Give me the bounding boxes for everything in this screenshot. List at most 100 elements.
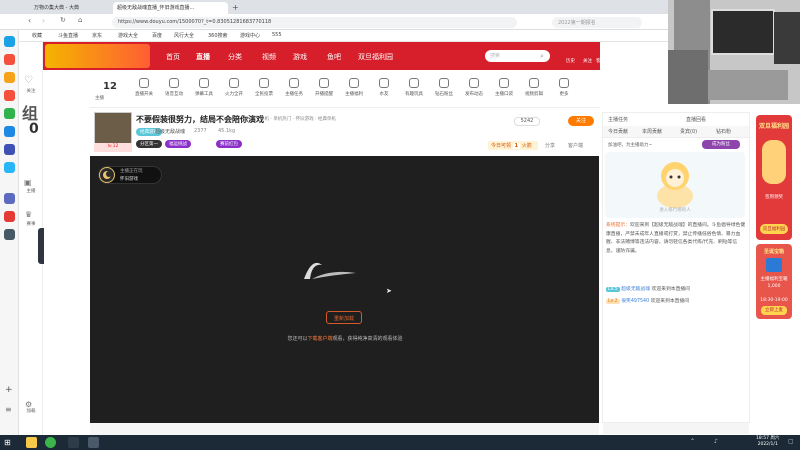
app-icon[interactable] bbox=[4, 162, 15, 173]
nav-fishbar[interactable]: 鱼吧 bbox=[327, 52, 341, 62]
bookmark-item[interactable]: 游戏大全 bbox=[118, 32, 138, 39]
tray-volume-icon[interactable]: ♪ bbox=[714, 438, 718, 445]
app-icon[interactable] bbox=[4, 108, 15, 119]
app-taskbar-icon[interactable] bbox=[88, 437, 99, 448]
new-tab-icon[interactable]: + bbox=[232, 3, 239, 12]
bookmark-item[interactable]: 京东 bbox=[92, 32, 102, 39]
nav-category[interactable]: 分类 bbox=[228, 52, 242, 62]
tool-firepower[interactable]: 火力全开 bbox=[220, 78, 248, 97]
douyu-logo[interactable] bbox=[45, 44, 150, 68]
box-cta-button[interactable]: 立即上麦 bbox=[761, 306, 787, 315]
tool-tasks[interactable]: 主播任务 bbox=[280, 78, 308, 97]
windows-start-icon[interactable]: ⊞ bbox=[4, 438, 11, 447]
bookmark-item[interactable]: 360搜索 bbox=[208, 32, 228, 39]
nav-live[interactable]: 直播 bbox=[196, 52, 210, 62]
sidebar-collapse-handle[interactable] bbox=[38, 228, 44, 264]
nav-games[interactable]: 游戏 bbox=[293, 52, 307, 62]
tool-voice[interactable]: 语音互动 bbox=[160, 78, 188, 97]
chip-challenge[interactable]: 福运挑战 bbox=[165, 140, 191, 148]
tab-replay[interactable]: 直播回看 bbox=[686, 116, 706, 123]
nav-video[interactable]: 视频 bbox=[262, 52, 276, 62]
tool-more[interactable]: 更多 bbox=[550, 78, 578, 97]
browser-tab-2[interactable]: 超级无敌战魂直播_怀旧游戏直播... bbox=[113, 2, 228, 14]
terminal-icon[interactable] bbox=[68, 437, 79, 448]
bookmark-item[interactable]: 游戏中心 bbox=[240, 32, 260, 39]
share-button[interactable]: 分享 bbox=[545, 142, 555, 149]
search-icon[interactable]: ⌕ bbox=[540, 52, 544, 61]
tool-reminder[interactable]: 开播提醒 bbox=[310, 78, 338, 97]
app-icon[interactable] bbox=[4, 144, 15, 155]
tool-fans[interactable]: 水友 bbox=[370, 78, 398, 97]
system-label: 系统提示： bbox=[606, 223, 630, 228]
chip-rank[interactable]: 分区第一 bbox=[136, 140, 162, 148]
browser-taskbar-icon[interactable] bbox=[45, 437, 56, 448]
chat-input-bar[interactable] bbox=[603, 422, 749, 434]
app-icon[interactable] bbox=[4, 193, 15, 204]
chat-user[interactable]: 超级无敌战魂 bbox=[621, 287, 650, 292]
tool-benefits[interactable]: 主播福利 bbox=[340, 78, 368, 97]
forward-icon[interactable]: › bbox=[42, 16, 45, 25]
tool-live-toggle[interactable]: 直播开关 bbox=[130, 78, 158, 97]
channel-name[interactable]: 超级无敌战魂 bbox=[155, 128, 185, 135]
app-icon[interactable] bbox=[4, 229, 15, 240]
app-icon[interactable] bbox=[4, 72, 15, 83]
explorer-icon[interactable] bbox=[26, 437, 37, 448]
menu-icon[interactable]: ≡ bbox=[5, 405, 12, 414]
video-player[interactable] bbox=[90, 156, 599, 423]
tool-toys[interactable]: 有趣玩具 bbox=[400, 78, 428, 97]
header-client[interactable]: 客户端 bbox=[596, 58, 610, 64]
room-category[interactable]: 单机 · 单机热门 · 怀旧游戏 · 经典单机 bbox=[260, 116, 336, 122]
header-history[interactable]: 历史 bbox=[566, 58, 575, 64]
reload-button[interactable]: 重新加载 bbox=[326, 311, 362, 324]
tab-week[interactable]: 本周贡献 bbox=[642, 128, 662, 138]
bookmark-item[interactable]: 百度 bbox=[152, 32, 162, 39]
nav-event[interactable]: 双旦福利园 bbox=[358, 52, 393, 62]
home-icon[interactable]: ⌂ bbox=[78, 16, 82, 24]
add-icon[interactable]: + bbox=[5, 385, 13, 395]
reload-icon[interactable]: ↻ bbox=[60, 16, 66, 24]
tool-vote[interactable]: 全民投票 bbox=[250, 78, 278, 97]
client-button[interactable]: 客户端 bbox=[568, 142, 583, 149]
tool-post[interactable]: 发布动态 bbox=[460, 78, 488, 97]
bookmark-item[interactable]: 斗鱼直播 bbox=[58, 32, 78, 39]
bookmark-item[interactable]: 风行大全 bbox=[174, 32, 194, 39]
url-input[interactable]: https://www.douyu.com/1500070?_t=0.83051… bbox=[112, 17, 517, 28]
tool-diamond[interactable]: 钻石粉丝 bbox=[430, 78, 458, 97]
tab-anchor-tasks[interactable]: 主播任务 bbox=[608, 116, 628, 123]
tab-diamond[interactable]: 钻石粉 bbox=[716, 128, 731, 138]
app-icon[interactable] bbox=[4, 90, 15, 101]
follow-button[interactable]: 关注 bbox=[568, 116, 594, 126]
back-icon[interactable]: ‹ bbox=[28, 16, 31, 25]
anchor-icon[interactable]: ▣ bbox=[24, 178, 32, 187]
app-icon[interactable] bbox=[4, 54, 15, 65]
system-clock[interactable]: 18:57 周六 2022/1/1 bbox=[756, 436, 779, 448]
avatar[interactable] bbox=[99, 167, 115, 183]
app-icon[interactable] bbox=[4, 211, 15, 222]
header-follow[interactable]: 关注 bbox=[583, 58, 592, 64]
bookmark-item[interactable]: 555 bbox=[272, 32, 282, 38]
download-client-link[interactable]: 下载客户端 bbox=[307, 336, 332, 342]
become-fan-button[interactable]: 成为粉丝 bbox=[702, 140, 740, 149]
tool-pocket[interactable]: 主播口袋 bbox=[490, 78, 518, 97]
chip-redpacket[interactable]: 赛前红包 bbox=[216, 140, 242, 148]
browser-tab-1[interactable]: 万物の集大典 - 大典 bbox=[30, 2, 110, 14]
event-cta-button[interactable]: 双旦福利园 bbox=[760, 224, 788, 234]
tool-danmu[interactable]: 弹幕工具 bbox=[190, 78, 218, 97]
bookmark-item[interactable]: 收藏 bbox=[32, 32, 42, 39]
chat-user[interactable]: 很笑497540 bbox=[621, 299, 649, 304]
anchor-level: 12 bbox=[103, 81, 117, 92]
app-icon[interactable] bbox=[4, 36, 15, 47]
tab-vip[interactable]: 贵宾(0) bbox=[680, 128, 697, 138]
tray-network-icon[interactable]: ⌃ bbox=[690, 438, 695, 445]
trophy-icon[interactable]: ♛ bbox=[25, 210, 32, 219]
browser-search-input[interactable]: 2022第一期报名 bbox=[552, 17, 642, 28]
follow-icon[interactable]: ♡ bbox=[24, 75, 33, 86]
tool-clip[interactable]: 视频剪辑 bbox=[520, 78, 548, 97]
tab-today[interactable]: 今日贡献 bbox=[608, 128, 628, 138]
event-character-icon bbox=[762, 140, 786, 184]
ranking-banner[interactable]: 今日可领 1 火箭 bbox=[488, 141, 538, 150]
nav-home[interactable]: 首页 bbox=[166, 52, 180, 62]
chat-message: Lv.2 很笑497540 欢迎来到本直播间 bbox=[606, 299, 690, 304]
app-icon[interactable] bbox=[4, 126, 15, 137]
notification-icon[interactable]: ▢ bbox=[788, 438, 794, 445]
